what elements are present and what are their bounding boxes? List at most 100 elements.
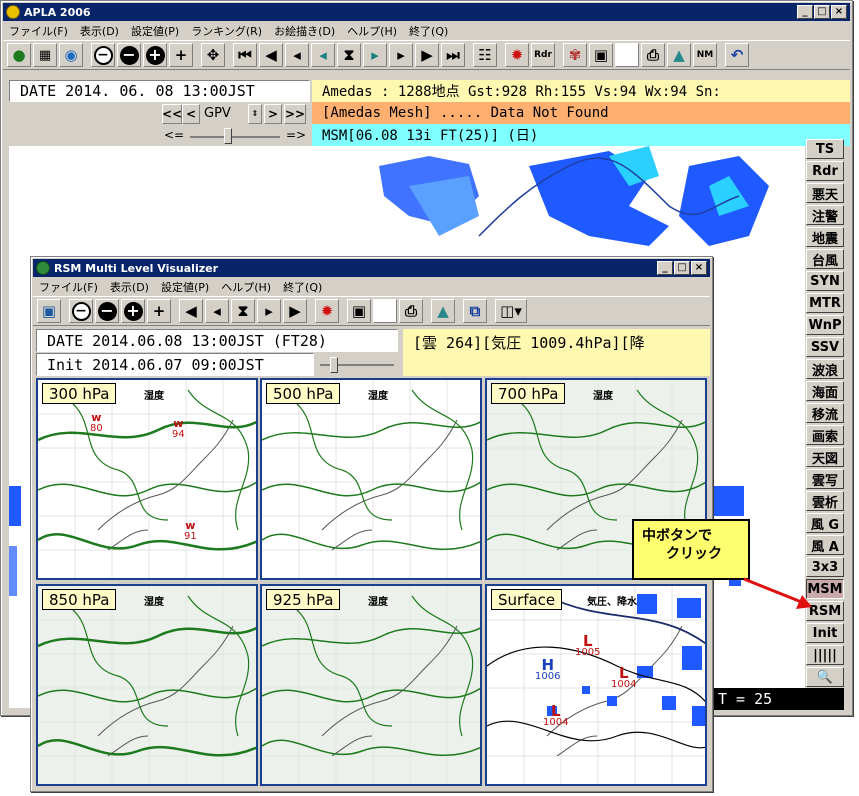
rsm-title-bar[interactable]: RSM Multi Level Visualizer _ □ × [33,259,710,277]
rsm-zoom-out-small-icon[interactable]: − [69,299,93,323]
blank-icon[interactable] [615,43,639,67]
rsm-maximize-button[interactable]: □ [674,261,690,275]
side-button-unsha[interactable]: 雲写 [806,469,844,489]
prev-icon[interactable]: ◂ [285,43,309,67]
side-button-rdr[interactable]: Rdr [806,161,844,181]
gpv-next2-button[interactable]: >> [284,104,306,124]
gpv-next-button[interactable]: > [264,104,282,124]
print-icon[interactable]: ⎙ [641,43,665,67]
hourglass-stop-icon[interactable]: ⧗ [337,43,361,67]
menu-settings[interactable]: 設定値(P) [131,23,179,39]
side-button-ssv[interactable]: SSV [806,337,844,357]
rsm-menu-quit[interactable]: 終了(Q) [283,279,322,295]
gpv-prev2-button[interactable]: << [162,104,182,124]
rsm-menu-view[interactable]: 表示(D) [110,279,149,295]
save-icon[interactable]: ▣ [589,43,613,67]
menu-quit[interactable]: 終了(Q) [409,23,448,39]
side-button-tenzu[interactable]: 天図 [806,447,844,467]
rsm-hourglass-icon[interactable]: ⧗ [231,299,255,323]
gpv-prev-button[interactable]: < [182,104,200,124]
grid-icon[interactable]: ▦ [33,43,57,67]
rsm-menu-help[interactable]: ヘルプ(H) [221,279,271,295]
side-button-unseki[interactable]: 雲析 [806,491,844,511]
next-icon[interactable]: ▸ [389,43,413,67]
rsm-print-icon[interactable]: ⎙ [399,299,423,323]
rsm-minimize-button[interactable]: _ [657,261,673,275]
panel-925hpa[interactable]: 925 hPa 湿度 [260,584,482,786]
side-button-chukei[interactable]: 注警 [806,205,844,225]
rsm-menu-settings[interactable]: 設定値(P) [161,279,209,295]
palette-icon[interactable]: ✾ [563,43,587,67]
rsm-image-icon[interactable]: ▲ [431,299,455,323]
rsm-slider[interactable] [316,354,398,376]
close-button[interactable]: × [831,5,847,19]
rsm-next-step-icon[interactable]: ▶ [283,299,307,323]
menu-ranking[interactable]: ランキング(R) [191,23,262,39]
prev-step-icon[interactable]: ◀ [259,43,283,67]
menu-view[interactable]: 表示(D) [80,23,119,39]
side-button-jishin[interactable]: 地震 [806,227,844,247]
rsm-zoom-in-icon[interactable]: + [121,299,145,323]
globe-icon[interactable]: ● [7,43,31,67]
time-slider[interactable] [190,136,280,138]
zoom-out-icon[interactable]: − [117,43,141,67]
maximize-button[interactable]: □ [814,5,830,19]
rsm-layout-dropdown-icon[interactable]: ◫▾ [495,299,527,323]
rsm-next-icon[interactable]: ▸ [257,299,281,323]
prev-teal-icon[interactable]: ◂ [311,43,335,67]
zoom-out-small-icon[interactable]: − [91,43,115,67]
rsm-window-icon[interactable]: ⧉ [463,299,487,323]
slider-left-label[interactable]: <= [164,128,184,142]
rsm-map-icon[interactable]: ▣ [37,299,61,323]
rdr-button[interactable]: Rdr [531,43,555,67]
zoom-in-icon[interactable]: + [143,43,167,67]
image-icon[interactable]: ▲ [667,43,691,67]
side-button-mtr[interactable]: MTR [806,293,844,313]
zoom-in-small-icon[interactable]: + [169,43,193,67]
side-button-ts[interactable]: TS [806,139,844,159]
slider-right-label[interactable]: => [286,128,306,142]
panel-surface[interactable]: Surface 気圧、降水 L 1005 H 1006 L 1004 L 1004 [485,584,707,786]
rsm-close-button[interactable]: × [691,261,707,275]
side-button-taifu[interactable]: 台風 [806,249,844,269]
rsm-slider-thumb[interactable] [330,357,338,373]
world-search-icon[interactable]: ◉ [59,43,83,67]
side-button-gasaku[interactable]: 画索 [806,425,844,445]
side-button-syn[interactable]: SYN [806,271,844,291]
side-button-kaimen[interactable]: 海面 [806,381,844,401]
rsm-zoom-out-icon[interactable]: − [95,299,119,323]
rsm-weather-sun-icon[interactable]: ✹ [315,299,339,323]
rsm-prev-step-icon[interactable]: ◀ [179,299,203,323]
table-icon[interactable]: ☷ [473,43,497,67]
menu-draw[interactable]: お絵描き(D) [274,23,335,39]
center-crosshair-icon[interactable]: ✥ [201,43,225,67]
next-teal-icon[interactable]: ▸ [363,43,387,67]
rsm-zoom-in-small-icon[interactable]: + [147,299,171,323]
rsm-menu-file[interactable]: ファイル(F) [39,279,98,295]
side-button-3x3[interactable]: 3x3 [806,557,844,577]
last-frame-icon[interactable]: ⏭ [441,43,465,67]
side-button-wnp[interactable]: WnP [806,315,844,335]
first-frame-icon[interactable]: ⏮ [233,43,257,67]
panel-500hpa[interactable]: 500 hPa 湿度 [260,378,482,580]
undo-icon[interactable]: ↶ [725,43,749,67]
menu-file[interactable]: ファイル(F) [9,23,68,39]
rsm-prev-icon[interactable]: ◂ [205,299,229,323]
side-button-search[interactable]: 🔍 [806,667,844,687]
rsm-save-icon[interactable]: ▣ [347,299,371,323]
next-step-icon[interactable]: ▶ [415,43,439,67]
side-button-haro[interactable]: 波浪 [806,359,844,379]
weather-sun-icon[interactable]: ✹ [505,43,529,67]
minimize-button[interactable]: _ [797,5,813,19]
apla-title-bar[interactable]: APLA 2006 _ □ × [3,3,850,21]
side-button-kaze-a[interactable]: 風 A [806,535,844,555]
rsm-blank-icon[interactable] [373,299,397,323]
panel-300hpa[interactable]: 300 hPa 湿度 w 80 w 94 w 91 [36,378,258,580]
side-button-kaze-g[interactable]: 風 G [806,513,844,533]
gpv-spinner[interactable]: ⇕ [248,104,262,124]
time-slider-thumb[interactable] [224,128,232,144]
side-button-iryu[interactable]: 移流 [806,403,844,423]
panel-850hpa[interactable]: 850 hPa 湿度 [36,584,258,786]
menu-help[interactable]: ヘルプ(H) [347,23,397,39]
side-button-akuten[interactable]: 悪天 [806,183,844,203]
